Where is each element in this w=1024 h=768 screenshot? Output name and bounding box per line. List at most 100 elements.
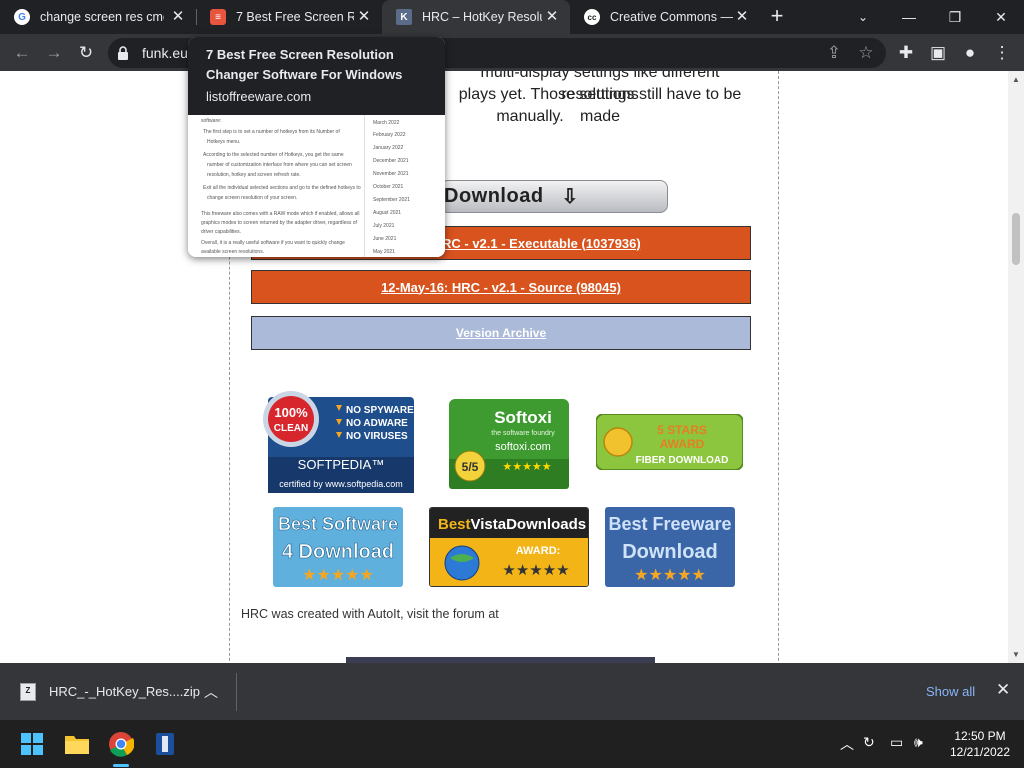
preview-month: December 2021 bbox=[373, 158, 409, 164]
download-file-name[interactable]: HRC_-_HotKey_Res....zip bbox=[49, 684, 200, 699]
file-explorer-icon[interactable] bbox=[61, 728, 93, 760]
profile-icon[interactable]: ● bbox=[957, 40, 983, 66]
hrc-app-icon[interactable] bbox=[149, 728, 181, 760]
windows-taskbar: ︿ ↻ ▭ 🕪 12:50 PM 12/21/2022 bbox=[0, 720, 1024, 768]
bookmark-star-icon[interactable]: ☆ bbox=[853, 40, 879, 66]
link-label: 12-May-16: HRC - v2.1 - Source (98045) bbox=[381, 279, 621, 295]
hover-card-preview: software: The first step is to set a num… bbox=[188, 115, 445, 257]
tab-creative-commons[interactable]: cc Creative Commons — Attribution ✕ bbox=[570, 0, 760, 34]
softpedia-item: NO ADWARE bbox=[346, 418, 408, 429]
page-text-line: manually. bbox=[496, 108, 564, 125]
close-icon[interactable]: ✕ bbox=[544, 9, 560, 25]
version-archive-link[interactable]: Version Archive bbox=[251, 316, 751, 350]
new-tab-button[interactable]: + bbox=[765, 5, 789, 29]
extensions-icon[interactable]: ✚ bbox=[893, 40, 919, 66]
tab-change-screen-res[interactable]: G change screen res cmd ✕ bbox=[0, 0, 196, 34]
preview-month: August 2021 bbox=[373, 210, 402, 216]
hover-card-domain: listoffreeware.com bbox=[206, 89, 312, 104]
preview-month: March 2022 bbox=[373, 120, 400, 126]
maximize-button[interactable]: ❐ bbox=[932, 0, 978, 34]
system-clock[interactable]: 12:50 PM 12/21/2022 bbox=[940, 728, 1020, 760]
back-icon[interactable]: ← bbox=[9, 40, 35, 66]
menu-icon[interactable]: ⋮ bbox=[989, 40, 1015, 66]
bvd-brand1: Best bbox=[438, 516, 471, 533]
softpedia-footer: certified by www.softpedia.com bbox=[279, 479, 403, 489]
svg-text:★★★★★: ★★★★★ bbox=[302, 565, 374, 584]
softpedia-item: NO SPYWARE bbox=[346, 405, 414, 416]
browser-toolbar: ← → ↻ funk.eu ⇪ ☆ ✚ ▣ ● ⋮ bbox=[0, 34, 1024, 71]
best-vista-downloads-badge[interactable]: BestVistaDownloads AWARD: ★★★★★ bbox=[429, 507, 589, 587]
download-shelf: Z HRC_-_HotKey_Res....zip ︿ Show all ✕ bbox=[0, 663, 1024, 720]
tab-best-free-screen-resolution[interactable]: ≡ 7 Best Free Screen Resolution Changer … bbox=[196, 0, 382, 34]
tab-title: change screen res cmd bbox=[40, 10, 164, 24]
softpedia-badge[interactable]: 100% CLEAN NO SPYWARE NO ADWARE NO VIRUS… bbox=[258, 389, 416, 495]
volume-icon[interactable]: 🕪 bbox=[914, 734, 923, 751]
preview-month: July 2021 bbox=[373, 223, 395, 229]
windows-start-icon[interactable] bbox=[16, 728, 48, 760]
preview-line: Hotkeys menu. bbox=[207, 139, 241, 145]
svg-text:★★★★★: ★★★★★ bbox=[634, 565, 706, 584]
download-graphic[interactable]: Download ⇩ bbox=[440, 180, 668, 213]
fiber-download-badge[interactable]: 5 STARS AWARD FIBER DOWNLOAD bbox=[596, 414, 743, 470]
tab-search-button[interactable]: ⌄ bbox=[840, 0, 886, 34]
scrollbar-thumb[interactable] bbox=[1012, 213, 1020, 265]
svg-text:100%: 100% bbox=[274, 405, 308, 420]
tab-hover-card: 7 Best Free Screen Resolution Changer So… bbox=[188, 37, 445, 257]
share-icon[interactable]: ⇪ bbox=[821, 40, 847, 66]
preview-month: October 2021 bbox=[373, 184, 404, 190]
download-source-link[interactable]: 12-May-16: HRC - v2.1 - Source (98045) bbox=[251, 270, 751, 304]
preview-month: May 2021 bbox=[373, 249, 395, 255]
preview-line: Overall, it is a really useful software … bbox=[201, 240, 345, 246]
preview-line: number of customization interface from w… bbox=[207, 162, 352, 168]
preview-line: The first step is to set a number of hot… bbox=[203, 129, 340, 135]
preview-month: January 2022 bbox=[373, 145, 404, 151]
preview-divider bbox=[364, 115, 365, 257]
monitor-icon[interactable]: ▭ bbox=[890, 734, 903, 751]
svg-text:★★★★★: ★★★★★ bbox=[502, 561, 569, 579]
softpedia-item: NO VIRUSES bbox=[346, 431, 408, 442]
bfd-line1: Best Freeware bbox=[608, 514, 731, 534]
preview-line: Exit all the individual selected section… bbox=[203, 185, 361, 191]
page-scrollbar[interactable]: ▲ ▼ bbox=[1008, 71, 1024, 663]
close-icon[interactable]: ✕ bbox=[170, 9, 186, 25]
close-icon[interactable]: ✕ bbox=[996, 680, 1010, 700]
close-icon[interactable]: ✕ bbox=[356, 9, 372, 25]
best-freeware-download-badge[interactable]: Best Freeware Download ★★★★★ bbox=[605, 507, 735, 587]
scroll-down-icon[interactable]: ▼ bbox=[1012, 650, 1020, 659]
funk-icon: K bbox=[396, 9, 412, 25]
softoxi-tagline: the software foundry bbox=[491, 430, 555, 437]
clock-time: 12:50 PM bbox=[954, 729, 1006, 743]
lock-icon bbox=[118, 46, 128, 60]
bvd-award: AWARD: bbox=[516, 545, 561, 557]
hover-card-header: 7 Best Free Screen Resolution Changer So… bbox=[188, 37, 445, 115]
svg-text:★★★★★: ★★★★★ bbox=[502, 460, 551, 473]
reload-icon[interactable]: ↻ bbox=[73, 40, 99, 66]
preview-line: driver capabilities. bbox=[201, 229, 242, 235]
side-panel-icon[interactable]: ▣ bbox=[925, 40, 951, 66]
cc-icon: cc bbox=[584, 9, 600, 25]
hover-card-title: 7 Best Free Screen Resolution Changer So… bbox=[206, 47, 403, 82]
softoxi-brand: Softoxi bbox=[494, 408, 552, 427]
preview-line: According to the selected number of Hotk… bbox=[203, 152, 344, 158]
show-all-button[interactable]: Show all bbox=[926, 684, 975, 699]
chrome-icon[interactable] bbox=[105, 728, 137, 760]
tab-hrc-hotkey-resolution[interactable]: K HRC – HotKey Resolution Changer ✕ bbox=[382, 0, 570, 34]
bs4d-line1: Best Software bbox=[278, 514, 398, 534]
softoxi-badge[interactable]: Softoxi the software foundry softoxi.com… bbox=[449, 399, 569, 489]
close-icon[interactable]: ✕ bbox=[734, 9, 750, 25]
clock-date: 12/21/2022 bbox=[949, 745, 1011, 759]
browser-title-bar: G change screen res cmd ✕ ≡ 7 Best Free … bbox=[0, 0, 1024, 34]
best-software-4-download-badge[interactable]: Best Software 4 Download ★★★★★ bbox=[273, 507, 403, 587]
forward-icon[interactable]: → bbox=[41, 40, 67, 66]
chevron-up-icon[interactable]: ︿ bbox=[204, 682, 218, 702]
link-label: RC - v2.1 - Executable (1037936) bbox=[442, 235, 641, 251]
listoffreeware-icon: ≡ bbox=[210, 9, 226, 25]
scroll-up-icon[interactable]: ▲ bbox=[1012, 75, 1020, 84]
sync-icon[interactable]: ↻ bbox=[863, 734, 875, 751]
bs4d-line2: 4 Download bbox=[282, 541, 394, 563]
preview-month: June 2021 bbox=[373, 236, 397, 242]
chevron-up-icon[interactable]: ︿ bbox=[840, 734, 854, 754]
close-window-button[interactable]: ✕ bbox=[978, 0, 1024, 34]
minimize-button[interactable]: — bbox=[886, 0, 932, 34]
download-arrow-icon: ⇩ bbox=[561, 186, 579, 208]
